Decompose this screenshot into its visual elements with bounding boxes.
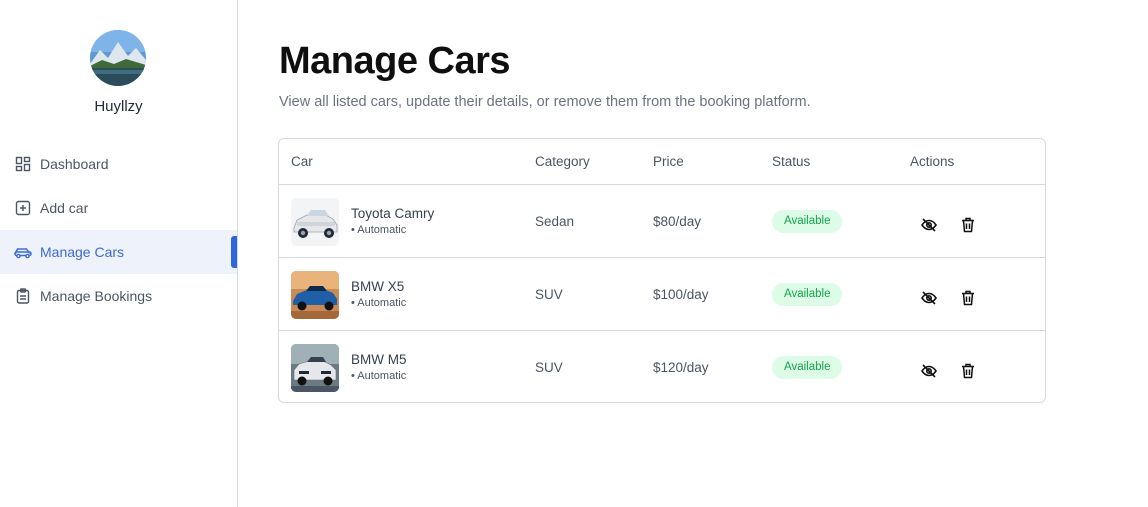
sidebar-item-label: Add car bbox=[40, 200, 89, 216]
status-badge: Available bbox=[772, 210, 843, 233]
avatar[interactable] bbox=[90, 30, 146, 86]
table-row: BMW M5 • Automatic SUV $120/day Availabl… bbox=[279, 331, 1045, 404]
car-name: BMW X5 bbox=[351, 279, 405, 294]
car-price: $100/day bbox=[653, 287, 709, 302]
trash-icon[interactable] bbox=[959, 216, 977, 234]
car-name: Toyota Camry bbox=[351, 206, 435, 221]
status-badge: Available bbox=[772, 356, 843, 379]
cars-table: Car Category Price Status Actions Toyota… bbox=[278, 138, 1046, 403]
trash-icon[interactable] bbox=[959, 362, 977, 380]
car-transmission: • Automatic bbox=[351, 297, 407, 309]
sidebar: Huyllzy Dashboard Add car Manage Cars Ma… bbox=[0, 0, 238, 507]
car-price: $80/day bbox=[653, 214, 702, 229]
column-header-car: Car bbox=[291, 154, 313, 169]
status-badge: Available bbox=[772, 283, 843, 306]
car-price: $120/day bbox=[653, 360, 709, 375]
car-category: SUV bbox=[535, 287, 563, 302]
sidebar-item-manage-bookings[interactable]: Manage Bookings bbox=[0, 274, 237, 318]
column-header-price: Price bbox=[653, 154, 684, 169]
page-title: Manage Cars bbox=[279, 40, 511, 82]
car-thumbnail bbox=[291, 271, 339, 319]
sidebar-item-label: Manage Cars bbox=[40, 244, 125, 260]
table-header: Car Category Price Status Actions bbox=[279, 139, 1045, 185]
car-name: BMW M5 bbox=[351, 352, 407, 367]
car-transmission: • Automatic bbox=[351, 224, 407, 236]
clipboard-icon bbox=[14, 287, 32, 305]
car-thumbnail bbox=[291, 198, 339, 246]
column-header-category: Category bbox=[535, 154, 590, 169]
sidebar-item-label: Manage Bookings bbox=[40, 288, 153, 304]
eye-off-icon[interactable] bbox=[920, 362, 938, 380]
trash-icon[interactable] bbox=[959, 289, 977, 307]
column-header-status: Status bbox=[772, 154, 811, 169]
column-header-actions: Actions bbox=[910, 154, 955, 169]
page-subtitle: View all listed cars, update their detai… bbox=[279, 94, 811, 110]
dashboard-icon bbox=[14, 155, 32, 173]
plus-square-icon bbox=[14, 199, 32, 217]
eye-off-icon[interactable] bbox=[920, 289, 938, 307]
car-category: SUV bbox=[535, 360, 563, 375]
active-indicator bbox=[231, 236, 237, 268]
sidebar-item-dashboard[interactable]: Dashboard bbox=[0, 142, 237, 186]
table-row: Toyota Camry • Automatic Sedan $80/day A… bbox=[279, 185, 1045, 258]
sidebar-nav: Dashboard Add car Manage Cars Manage Boo… bbox=[0, 142, 237, 318]
eye-off-icon[interactable] bbox=[920, 216, 938, 234]
car-transmission: • Automatic bbox=[351, 370, 407, 382]
table-row: BMW X5 • Automatic SUV $100/day Availabl… bbox=[279, 258, 1045, 331]
sidebar-item-label: Dashboard bbox=[40, 156, 109, 172]
sidebar-item-manage-cars[interactable]: Manage Cars bbox=[0, 230, 237, 274]
car-thumbnail bbox=[291, 344, 339, 392]
car-category: Sedan bbox=[535, 214, 575, 229]
car-icon bbox=[14, 243, 32, 261]
sidebar-item-add-car[interactable]: Add car bbox=[0, 186, 237, 230]
username: Huyllzy bbox=[94, 98, 143, 115]
